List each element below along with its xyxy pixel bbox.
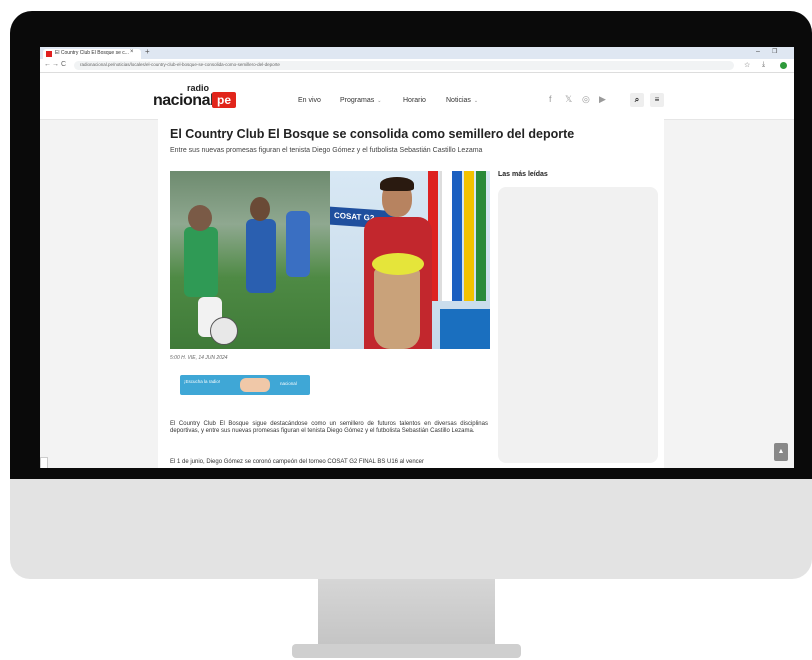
player-blue — [246, 219, 276, 293]
address-bar: ← → C radionacional.pe/noticias/locales/… — [40, 59, 794, 73]
reload-icon[interactable]: C — [61, 61, 66, 68]
flag — [440, 171, 452, 301]
youtube-icon[interactable]: ▶ — [599, 94, 606, 105]
profile-avatar[interactable] — [780, 62, 787, 69]
player-head — [250, 197, 270, 221]
logo-nacional-text: nacional — [153, 92, 214, 109]
menu-icon[interactable]: ≡ — [650, 93, 664, 107]
player-head — [188, 205, 212, 231]
ad-text: ¡Escucha la radio! — [184, 379, 221, 384]
favicon-icon — [46, 51, 52, 57]
backdrop — [440, 309, 490, 349]
minimize-icon[interactable]: – — [756, 48, 760, 55]
article-subheadline: Entre sus nuevas promesas figuran el ten… — [170, 147, 483, 154]
forward-icon[interactable]: → — [52, 61, 59, 68]
article: El Country Club El Bosque se consolida c… — [158, 119, 664, 468]
x-icon[interactable]: 𝕏 — [565, 94, 572, 105]
article-dateline: 5:00 H. VIE, 14 JUN 2024 — [170, 355, 228, 361]
monitor-stand-base — [292, 644, 521, 658]
browser-tab-bar: El Country Club El Bosque se c... × + – … — [40, 47, 794, 59]
download-icon[interactable]: ⤓ — [762, 61, 765, 69]
site-logo[interactable]: radio nacional pe — [153, 83, 243, 113]
menu-label: Programas — [340, 97, 375, 104]
sidebar-title: Las más leídas — [498, 171, 548, 178]
tennis-photo: COSAT G2 — [330, 171, 490, 349]
flag — [476, 171, 486, 301]
browser-tab[interactable]: El Country Club El Bosque se c... × — [43, 49, 141, 59]
menu-item-noticias[interactable]: Noticias ⌄ — [446, 97, 478, 104]
monitor-stand — [318, 579, 495, 647]
monitor-chin — [10, 479, 812, 579]
menu-label: Horario — [403, 97, 426, 104]
article-paragraph: El Country Club El Bosque sigue destacán… — [170, 421, 488, 434]
player-blue — [286, 211, 310, 277]
ad-logo: nacional — [280, 381, 297, 386]
feedback-tab[interactable] — [40, 457, 48, 468]
logo-pe-badge: pe — [212, 92, 236, 108]
chevron-down-icon: ⌄ — [377, 98, 382, 104]
ball-basket — [374, 269, 420, 349]
player-green — [184, 227, 218, 297]
ad-banner[interactable]: ¡Escucha la radio! nacional — [180, 375, 310, 395]
tennis-balls — [372, 253, 424, 275]
soccer-ball — [210, 317, 238, 345]
player-hair — [380, 177, 414, 191]
facebook-icon[interactable]: f — [549, 94, 552, 104]
screen: El Country Club El Bosque se c... × + – … — [40, 47, 794, 468]
back-icon[interactable]: ← — [44, 61, 51, 68]
soccer-photo — [170, 171, 330, 349]
chevron-down-icon: ⌄ — [473, 98, 479, 104]
article-headline: El Country Club El Bosque se consolida c… — [170, 127, 575, 141]
flag — [464, 171, 474, 301]
url-text: radionacional.pe/noticias/locales/el-cou… — [80, 62, 280, 67]
search-icon[interactable]: ⌕ — [630, 93, 644, 107]
menu-item-en-vivo[interactable]: En vivo — [298, 97, 321, 104]
article-photo: COSAT G2 — [170, 171, 490, 349]
flag — [452, 171, 462, 301]
menu-label: Noticias — [446, 97, 471, 104]
bookmark-star-icon[interactable]: ☆ — [744, 61, 750, 69]
url-input[interactable]: radionacional.pe/noticias/locales/el-cou… — [74, 61, 734, 70]
tab-title: El Country Club El Bosque se c... — [55, 50, 129, 56]
ad-image — [240, 378, 270, 392]
menu-label: En vivo — [298, 97, 321, 104]
scroll-to-top-button[interactable]: ▲ — [774, 443, 788, 461]
site-header: radio nacional pe En vivo Programas ⌄ Hor… — [40, 73, 794, 120]
instagram-icon[interactable]: ◎ — [582, 94, 590, 105]
new-tab-button[interactable]: + — [145, 48, 150, 56]
menu-item-horario[interactable]: Horario — [403, 97, 426, 104]
menu-item-programas[interactable]: Programas ⌄ — [340, 97, 381, 104]
article-paragraph: El 1 de junio, Diego Gómez se coronó cam… — [170, 459, 425, 465]
maximize-icon[interactable]: ❐ — [772, 48, 777, 55]
close-tab-icon[interactable]: × — [130, 49, 134, 55]
sidebar-most-read — [498, 187, 658, 463]
